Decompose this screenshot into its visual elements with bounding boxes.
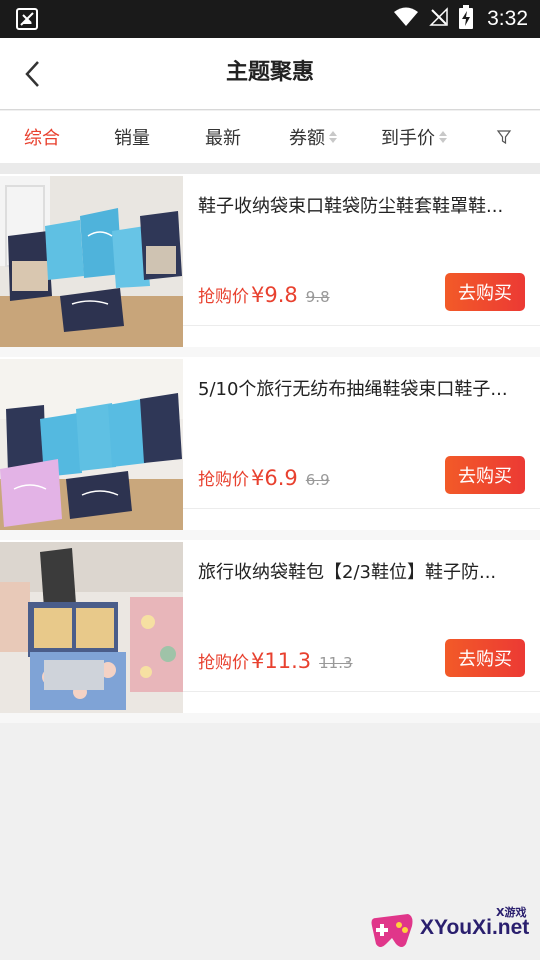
- status-icons: 3:32: [393, 0, 528, 38]
- tab-label: 综合: [24, 128, 60, 149]
- tab-newest[interactable]: 最新: [180, 111, 266, 163]
- divider: [0, 347, 540, 357]
- product-title: 旅行收纳袋鞋包【2/3鞋位】鞋子防...: [198, 562, 497, 583]
- price-current: ¥11.3: [251, 649, 312, 673]
- app-icon: [16, 8, 38, 30]
- product-item[interactable]: 旅行收纳袋鞋包【2/3鞋位】鞋子防... 抢购价 ¥11.3 11.3 去购买: [0, 540, 540, 723]
- gamepad-logo-icon: [371, 914, 413, 947]
- product-list: 鞋子收纳袋束口鞋袋防尘鞋套鞋罩鞋... 抢购价 ¥9.8 9.8 去购买 5/1…: [0, 174, 540, 723]
- status-time: 3:32: [487, 7, 528, 30]
- sort-arrows-icon: [439, 131, 447, 143]
- price-original: 9.8: [305, 288, 330, 306]
- price-row: 抢购价 ¥6.9 6.9: [198, 465, 330, 490]
- price-label: 抢购价: [198, 470, 249, 490]
- divider: [0, 530, 540, 540]
- divider: [183, 325, 540, 326]
- product-title: 5/10个旅行无纺布抽绳鞋袋束口鞋子...: [198, 379, 508, 400]
- tab-label: 到手价: [381, 128, 435, 149]
- price-original: 6.9: [305, 471, 330, 489]
- tab-coupon-amount[interactable]: 券额: [266, 111, 360, 163]
- product-item[interactable]: 5/10个旅行无纺布抽绳鞋袋束口鞋子... 抢购价 ¥6.9 6.9 去购买: [0, 357, 540, 540]
- price-label: 抢购价: [198, 653, 249, 673]
- watermark: X游戏 XYouXi.net: [370, 904, 535, 954]
- price-current: ¥6.9: [251, 466, 298, 490]
- back-button[interactable]: [14, 56, 50, 92]
- filter-button[interactable]: [468, 111, 540, 163]
- divider: [183, 508, 540, 509]
- no-signal-icon: [429, 7, 449, 31]
- price-row: 抢购价 ¥11.3 11.3: [198, 648, 353, 673]
- sort-arrows-icon: [329, 131, 337, 143]
- tab-label: 最新: [205, 128, 241, 149]
- tab-label: 券额: [289, 128, 325, 149]
- price-row: 抢购价 ¥9.8 9.8: [198, 282, 330, 307]
- product-image: [0, 542, 183, 713]
- tab-sales[interactable]: 销量: [84, 111, 180, 163]
- buy-button[interactable]: 去购买: [445, 273, 525, 311]
- list-divider: [0, 163, 540, 174]
- tab-final-price[interactable]: 到手价: [360, 111, 468, 163]
- chevron-left-icon: [25, 61, 39, 87]
- watermark-text: XYouXi.net: [420, 916, 530, 939]
- price-original: 11.3: [319, 654, 353, 672]
- divider: [183, 691, 540, 692]
- product-item[interactable]: 鞋子收纳袋束口鞋袋防尘鞋套鞋罩鞋... 抢购价 ¥9.8 9.8 去购买: [0, 174, 540, 357]
- divider: [0, 713, 540, 723]
- tab-comprehensive[interactable]: 综合: [0, 111, 84, 163]
- status-bar: 3:32: [0, 0, 540, 38]
- nav-bar: 主题聚惠: [0, 38, 540, 110]
- price-current: ¥9.8: [251, 283, 298, 307]
- filter-icon: [496, 130, 512, 145]
- product-image: [0, 359, 183, 530]
- tab-label: 销量: [114, 128, 150, 149]
- wifi-icon: [393, 7, 419, 31]
- price-label: 抢购价: [198, 287, 249, 307]
- battery-charging-icon: [459, 5, 474, 33]
- sort-bar: 综合 销量 最新 券额 到手价: [0, 111, 540, 163]
- buy-button[interactable]: 去购买: [445, 639, 525, 677]
- product-title: 鞋子收纳袋束口鞋袋防尘鞋套鞋罩鞋...: [198, 196, 504, 217]
- buy-button[interactable]: 去购买: [445, 456, 525, 494]
- product-image: [0, 176, 183, 347]
- page-title: 主题聚惠: [225, 60, 314, 85]
